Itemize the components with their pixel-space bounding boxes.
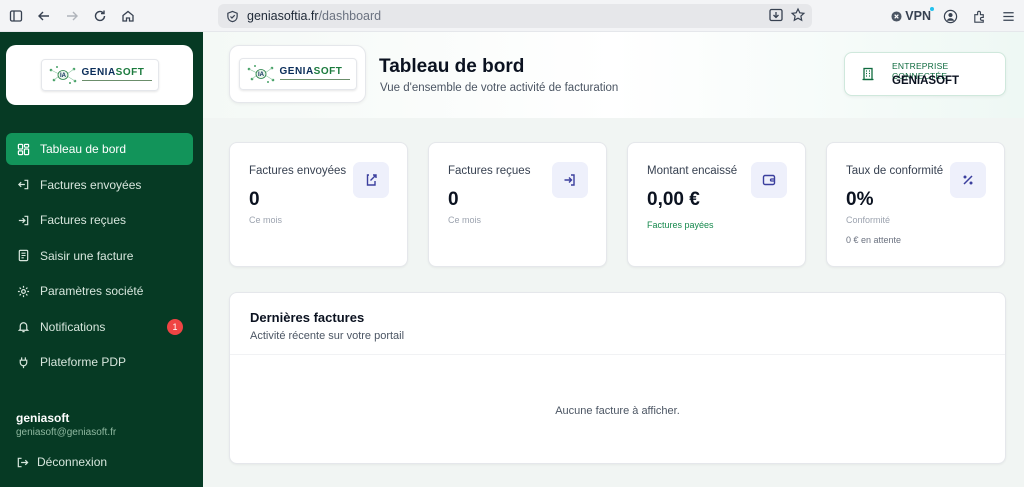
- gear-icon: [16, 284, 30, 298]
- user-email: geniasoft@geniasoft.fr: [16, 427, 117, 438]
- sidebar-item-label: Saisir une facture: [40, 248, 134, 263]
- sidebar-item-sent-invoices[interactable]: Factures envoyées: [6, 169, 193, 201]
- logo-underline: [81, 80, 152, 83]
- network-graphic-icon: IA: [247, 65, 274, 83]
- stat-value: 0,00 €: [647, 189, 700, 210]
- site-security-icon[interactable]: [226, 10, 239, 23]
- stat-card-collected[interactable]: Montant encaissé 0,00 € Factures payées: [627, 142, 806, 267]
- stat-value: 0: [249, 189, 260, 210]
- sidebar-toggle-icon[interactable]: [2, 2, 30, 30]
- empty-state-message: Aucune facture à afficher.: [555, 405, 680, 417]
- stat-card-received[interactable]: Factures reçues 0 Ce mois: [428, 142, 607, 267]
- percent-icon: [950, 162, 986, 198]
- page-header: IA GENIASOFT Tableau de bord Vue d'ensem…: [203, 32, 1024, 118]
- logout-button[interactable]: Déconnexion: [16, 455, 107, 469]
- company-name: GENIASOFT: [892, 75, 960, 87]
- logo-name-a: GENIA: [81, 67, 116, 78]
- sidebar-item-enter-invoice[interactable]: Saisir une facture: [6, 240, 193, 272]
- stat-label: Taux de conformité: [846, 165, 944, 177]
- dashboard-grid-icon: [16, 142, 30, 156]
- stat-note: Factures payées: [647, 220, 714, 230]
- logo-name-b: SOFT: [313, 66, 343, 77]
- address-bar[interactable]: geniasoftia.fr/dashboard: [218, 4, 812, 28]
- logo-ia-text: IA: [60, 73, 67, 79]
- vpn-label: VPN: [905, 7, 934, 23]
- logo-name-b: SOFT: [115, 67, 145, 78]
- browser-toolbar: geniasoftia.fr/dashboard VPN: [0, 0, 1024, 32]
- invoice-entry-icon: [16, 249, 30, 263]
- geniasoft-logo: IA GENIASOFT: [238, 58, 357, 90]
- send-icon: [16, 178, 30, 192]
- logout-label: Déconnexion: [37, 455, 108, 469]
- forward-arrow-icon[interactable]: [58, 2, 86, 30]
- home-icon[interactable]: [114, 2, 142, 30]
- profile-icon[interactable]: [943, 9, 958, 24]
- divider: [230, 354, 1005, 355]
- sidebar-item-label: Tableau de bord: [40, 142, 127, 156]
- notification-count-badge: 1: [167, 318, 183, 335]
- stat-label: Montant encaissé: [647, 165, 738, 177]
- inbox-icon: [16, 213, 30, 227]
- connected-company-card: ENTREPRISE CONNECTÉE GENIASOFT: [844, 52, 1006, 96]
- stat-note: Ce mois: [249, 215, 283, 225]
- extensions-icon[interactable]: [972, 9, 987, 24]
- stat-card-sent[interactable]: Factures envoyées 0 Ce mois: [229, 142, 408, 267]
- stat-note: Conformité: [846, 215, 891, 225]
- page-subtitle: Vue d'ensemble de votre activité de fact…: [380, 82, 619, 94]
- sidebar-item-notifications[interactable]: Notifications 1: [6, 311, 193, 343]
- logo-ia-text: IA: [258, 72, 265, 78]
- import-icon: [552, 162, 588, 198]
- download-page-icon[interactable]: [768, 7, 784, 23]
- menu-icon[interactable]: [1001, 9, 1016, 24]
- plug-icon: [16, 355, 30, 369]
- vpn-button[interactable]: VPN: [891, 7, 934, 23]
- url-host: geniasoftia.fr: [247, 9, 319, 23]
- stat-value: 0: [448, 189, 459, 210]
- header-logo-card: IA GENIASOFT: [229, 45, 366, 103]
- sidebar-item-label: Paramètres société: [40, 284, 144, 298]
- main-content: IA GENIASOFT Tableau de bord Vue d'ensem…: [203, 32, 1024, 487]
- stat-value: 0%: [846, 189, 874, 210]
- logo-name-a: GENIA: [279, 66, 314, 77]
- stat-card-compliance[interactable]: Taux de conformité 0% Conformité 0 € en …: [826, 142, 1005, 267]
- sidebar-item-label: Plateforme PDP: [40, 355, 127, 369]
- back-arrow-icon[interactable]: [30, 2, 58, 30]
- sidebar-menu: Tableau de bord Factures envoyées Factur…: [6, 133, 193, 382]
- sidebar-item-company-settings[interactable]: Paramètres société: [6, 275, 193, 307]
- network-graphic-icon: IA: [49, 66, 76, 84]
- sidebar-item-label: Notifications: [40, 319, 106, 334]
- sidebar-logo-card[interactable]: IA GENIASOFT: [6, 45, 193, 105]
- recent-invoices-panel: Dernières factures Activité récente sur …: [229, 292, 1006, 464]
- url-path: /dashboard: [318, 9, 382, 23]
- bookmark-star-icon[interactable]: [790, 7, 806, 23]
- wallet-icon: [751, 162, 787, 198]
- building-icon: [861, 67, 875, 81]
- logo-underline: [279, 79, 350, 82]
- stat-pending-amount: 0 € en attente: [846, 235, 902, 245]
- stat-note: Ce mois: [448, 215, 482, 225]
- sidebar-item-label: Factures reçues: [40, 213, 127, 227]
- stat-label: Factures reçues: [448, 165, 531, 177]
- export-icon: [353, 162, 389, 198]
- sidebar: IA GENIASOFT Tableau de bord Factures en…: [0, 32, 203, 487]
- sidebar-item-dashboard[interactable]: Tableau de bord: [6, 133, 193, 165]
- sidebar-item-pdp-platform[interactable]: Plateforme PDP: [6, 346, 193, 378]
- vpn-status-icon: [891, 10, 902, 22]
- user-name: geniasoft: [16, 411, 70, 425]
- sidebar-item-label: Factures envoyées: [40, 177, 142, 192]
- page-title: Tableau de bord: [379, 56, 525, 77]
- sidebar-item-received-invoices[interactable]: Factures reçues: [6, 204, 193, 236]
- stat-label: Factures envoyées: [249, 165, 347, 177]
- reload-icon[interactable]: [86, 2, 114, 30]
- geniasoft-logo: IA GENIASOFT: [40, 59, 159, 91]
- recent-invoices-subtitle: Activité récente sur votre portail: [250, 330, 405, 342]
- recent-invoices-title: Dernières factures: [250, 310, 365, 325]
- logout-icon: [16, 456, 29, 469]
- bell-icon: [16, 320, 30, 334]
